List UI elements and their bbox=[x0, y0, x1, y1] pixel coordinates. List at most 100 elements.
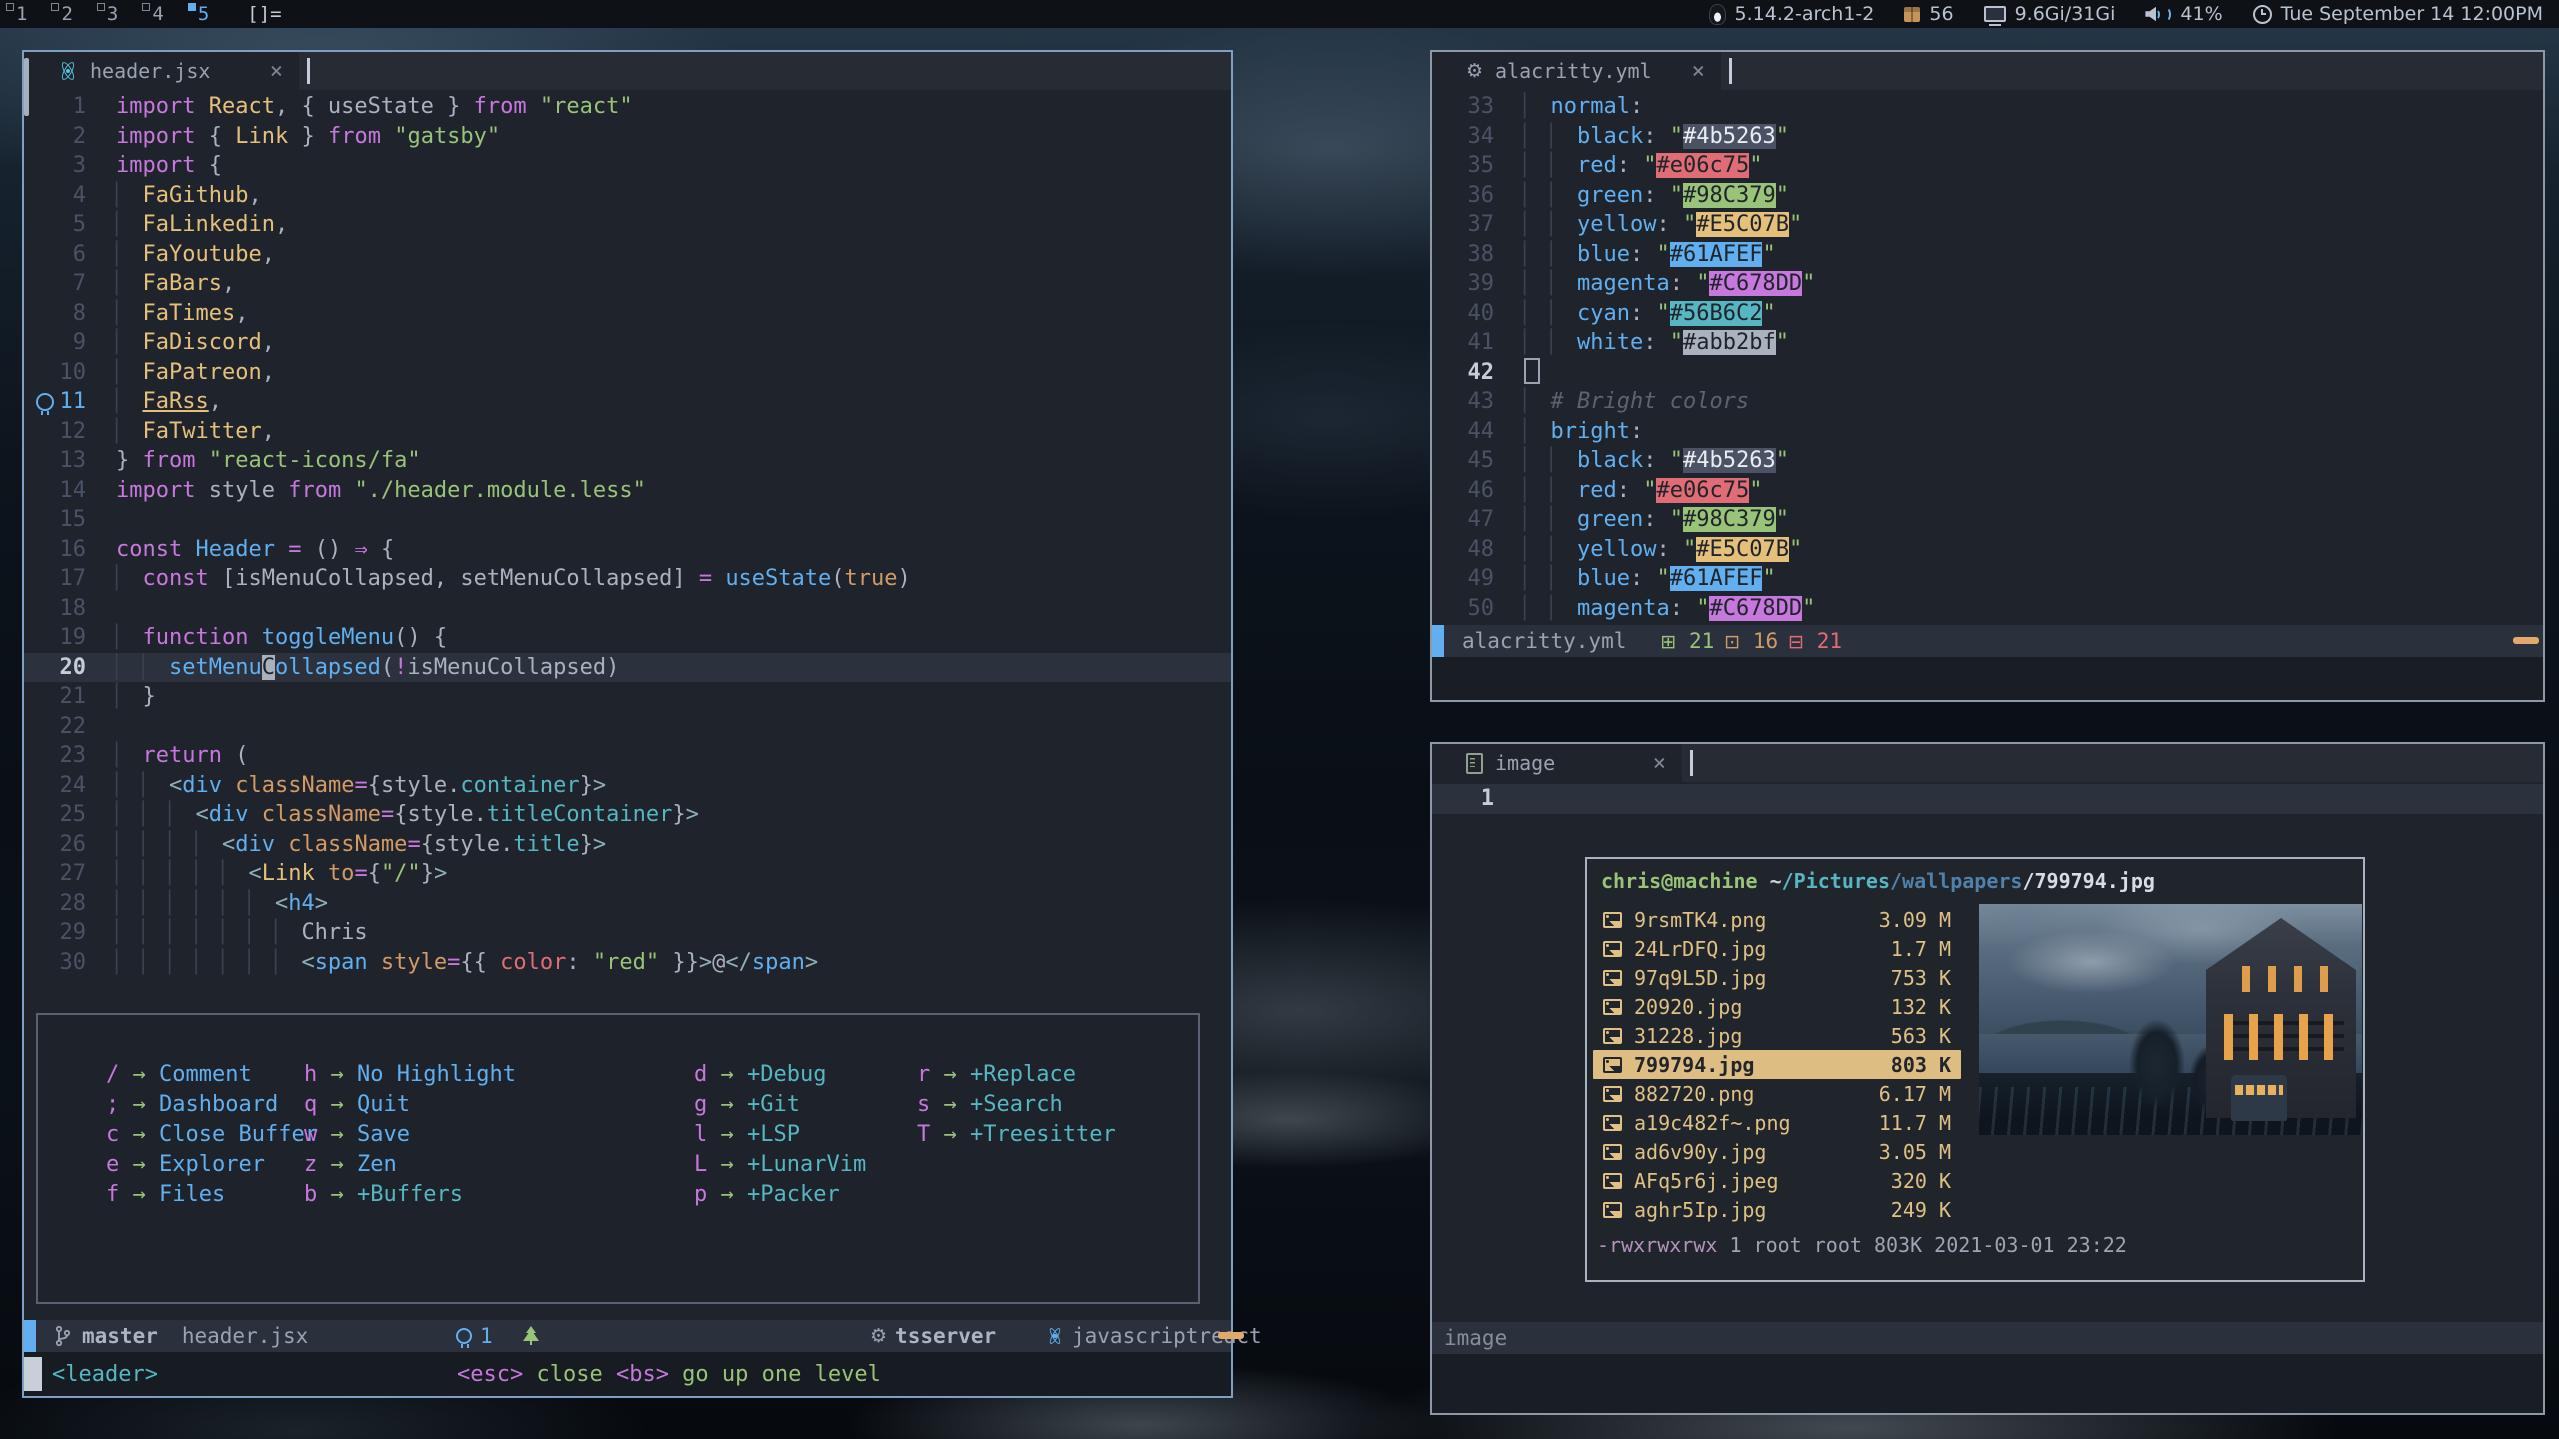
lightbulb-icon[interactable] bbox=[36, 393, 54, 411]
code-line-38[interactable]: 38▏ ▏ blue: "#61AFEF" bbox=[1432, 240, 2543, 270]
code-line-14[interactable]: 14import style from "./header.module.les… bbox=[24, 476, 1231, 506]
code-token: : bbox=[1630, 566, 1657, 591]
code-line-45[interactable]: 45▏ ▏ black: "#4b5263" bbox=[1432, 446, 2543, 476]
workspace-2[interactable]: 2 bbox=[61, 3, 72, 25]
code-line-44[interactable]: 44▏ bright: bbox=[1432, 417, 2543, 447]
code-line-17[interactable]: 17▏ const [isMenuCollapsed, setMenuColla… bbox=[24, 564, 1231, 594]
diagnostics[interactable]: 1 bbox=[456, 1324, 493, 1348]
file-row[interactable]: 24LrDFQ.jpg1.7 M bbox=[1593, 934, 1961, 963]
tab-header-jsx[interactable]: header.jsx × bbox=[24, 52, 299, 90]
code-line-23[interactable]: 23▏ return ( bbox=[24, 741, 1231, 771]
scrollbar-mark[interactable] bbox=[2513, 637, 2539, 644]
workspace-4[interactable]: 4 bbox=[152, 3, 163, 25]
code-line-30[interactable]: 30▏ ▏ ▏ ▏ ▏ ▏ ▏ <span style={{ color: "r… bbox=[24, 948, 1231, 978]
tab-image[interactable]: image × bbox=[1432, 744, 1682, 782]
close-icon[interactable]: × bbox=[1625, 751, 1666, 776]
line-number: 10 bbox=[24, 358, 86, 388]
code-line-4[interactable]: 4▏ FaGithub, bbox=[24, 181, 1231, 211]
code-line-8[interactable]: 8▏ FaTimes, bbox=[24, 299, 1231, 329]
path-segment[interactable]: /799794.jpg bbox=[2022, 869, 2154, 893]
file-row[interactable]: 97q9L5D.jpg753 K bbox=[1593, 963, 1961, 992]
path-segment[interactable]: ~ bbox=[1770, 869, 1782, 893]
code-line-27[interactable]: 27▏ ▏ ▏ ▏ ▏ <Link to={"/"}> bbox=[24, 859, 1231, 889]
code-line-21[interactable]: 21▏ } bbox=[24, 682, 1231, 712]
code-line-16[interactable]: 16const Header = () ⇒ { bbox=[24, 535, 1231, 565]
code-line-7[interactable]: 7▏ FaBars, bbox=[24, 269, 1231, 299]
file-row[interactable]: 882720.png6.17 M bbox=[1593, 1079, 1961, 1108]
code-token: ▏ ▏ ▏ ▏ ▏ ▏ ▏ bbox=[116, 950, 301, 975]
code-token bbox=[527, 94, 540, 119]
code-line-11[interactable]: 11▏ FaRss, bbox=[24, 387, 1231, 417]
path-segment[interactable]: /wallpapers bbox=[1890, 869, 2022, 893]
scrollbar-mark[interactable] bbox=[1218, 1332, 1244, 1339]
workspace-5[interactable]: 5 bbox=[198, 3, 209, 25]
code-line-42[interactable]: 42 bbox=[1432, 358, 2543, 388]
code-line-12[interactable]: 12▏ FaTwitter, bbox=[24, 417, 1231, 447]
code-line-15[interactable]: 15 bbox=[24, 505, 1231, 535]
gear-icon: ⚙ bbox=[870, 1325, 887, 1347]
code-line-37[interactable]: 37▏ ▏ yellow: "#E5C07B" bbox=[1432, 210, 2543, 240]
workspace-1[interactable]: 1 bbox=[16, 3, 27, 25]
whichkey-binding: z → Zen bbox=[304, 1150, 516, 1180]
workspace-3[interactable]: 3 bbox=[107, 3, 118, 25]
scrollbar-thumb[interactable] bbox=[24, 58, 29, 116]
code-line-5[interactable]: 5▏ FaLinkedin, bbox=[24, 210, 1231, 240]
code-line-2[interactable]: 2import { Link } from "gatsby" bbox=[24, 122, 1231, 152]
code-area[interactable]: 33▏ normal:34▏ ▏ black: "#4b5263"35▏ ▏ r… bbox=[1432, 92, 2543, 623]
code-area[interactable]: 1import React, { useState } from "react"… bbox=[24, 92, 1231, 977]
code-line-18[interactable]: 18 bbox=[24, 594, 1231, 624]
code-line-22[interactable]: 22 bbox=[24, 712, 1231, 742]
code-line-9[interactable]: 9▏ FaDiscord, bbox=[24, 328, 1231, 358]
code-line-33[interactable]: 33▏ normal: bbox=[1432, 92, 2543, 122]
close-icon[interactable]: × bbox=[1664, 59, 1705, 84]
code-line-48[interactable]: 48▏ ▏ yellow: "#E5C07B" bbox=[1432, 535, 2543, 565]
code-line-28[interactable]: 28▏ ▏ ▏ ▏ ▏ ▏ <h4> bbox=[24, 889, 1231, 919]
code-token: function bbox=[143, 625, 249, 650]
file-row[interactable]: ad6v90y.jpg3.05 M bbox=[1593, 1137, 1961, 1166]
file-row[interactable]: AFq5r6j.jpeg320 K bbox=[1593, 1166, 1961, 1195]
code-token: span bbox=[752, 950, 805, 975]
code-line[interactable]: 1 bbox=[1432, 784, 2543, 814]
code-line-43[interactable]: 43▏ # Bright colors bbox=[1432, 387, 2543, 417]
file-row[interactable]: 20920.jpg132 K bbox=[1593, 992, 1961, 1021]
code-line-10[interactable]: 10▏ FaPatreon, bbox=[24, 358, 1231, 388]
code-area[interactable]: 1 bbox=[1432, 784, 2543, 814]
path-segment[interactable]: /Pictures bbox=[1782, 869, 1890, 893]
git-branch[interactable]: master bbox=[82, 1324, 158, 1348]
code-line-36[interactable]: 36▏ ▏ green: "#98C379" bbox=[1432, 181, 2543, 211]
file-row[interactable]: aghr5Ip.jpg249 K bbox=[1593, 1195, 1961, 1224]
code-line-39[interactable]: 39▏ ▏ magenta: "#C678DD" bbox=[1432, 269, 2543, 299]
line-number: 24 bbox=[24, 771, 86, 801]
code-line-25[interactable]: 25▏ ▏ ▏ <div className={style.titleConta… bbox=[24, 800, 1231, 830]
code-line-34[interactable]: 34▏ ▏ black: "#4b5263" bbox=[1432, 122, 2543, 152]
code-line-29[interactable]: 29▏ ▏ ▏ ▏ ▏ ▏ ▏ Chris bbox=[24, 918, 1231, 948]
code-line-26[interactable]: 26▏ ▏ ▏ ▏ <div className={style.title}> bbox=[24, 830, 1231, 860]
code-line-40[interactable]: 40▏ ▏ cyan: "#56B6C2" bbox=[1432, 299, 2543, 329]
code-line-49[interactable]: 49▏ ▏ blue: "#61AFEF" bbox=[1432, 564, 2543, 594]
code-line-35[interactable]: 35▏ ▏ red: "#e06c75" bbox=[1432, 151, 2543, 181]
code-line-47[interactable]: 47▏ ▏ green: "#98C379" bbox=[1432, 505, 2543, 535]
code-token: " bbox=[1696, 271, 1709, 296]
code-line-1[interactable]: 1import React, { useState } from "react" bbox=[24, 92, 1231, 122]
code-line-24[interactable]: 24▏ ▏ <div className={style.container}> bbox=[24, 771, 1231, 801]
close-icon[interactable]: × bbox=[242, 59, 283, 84]
code-line-50[interactable]: 50▏ ▏ magenta: "#C678DD" bbox=[1432, 594, 2543, 624]
command-line[interactable]: <leader> <esc> close <bs> go up one leve… bbox=[24, 1352, 1231, 1396]
tab-alacritty-yml[interactable]: ⚙ alacritty.yml × bbox=[1432, 52, 1721, 90]
code-line-6[interactable]: 6▏ FaYoutube, bbox=[24, 240, 1231, 270]
code-line-3[interactable]: 3import { bbox=[24, 151, 1231, 181]
file-row-selected[interactable]: 799794.jpg803 K bbox=[1593, 1050, 1961, 1079]
code-line-13[interactable]: 13} from "react-icons/fa" bbox=[24, 446, 1231, 476]
code-line-19[interactable]: 19▏ function toggleMenu() { bbox=[24, 623, 1231, 653]
binding-label: +Buffers bbox=[357, 1182, 463, 1207]
color-chip: #61AFEF bbox=[1670, 242, 1763, 267]
code-token: = bbox=[447, 950, 460, 975]
path-breadcrumb: ~/Pictures/wallpapers/799794.jpg bbox=[1770, 869, 2155, 893]
code-line-46[interactable]: 46▏ ▏ red: "#e06c75" bbox=[1432, 476, 2543, 506]
file-row[interactable]: a19c482f~.png11.7 M bbox=[1593, 1108, 1961, 1137]
code-line-41[interactable]: 41▏ ▏ white: "#abb2bf" bbox=[1432, 328, 2543, 358]
file-row[interactable]: 9rsmTK4.png3.09 M bbox=[1593, 905, 1961, 934]
code-line-20[interactable]: 20▏ ▏ setMenuCollapsed(!isMenuCollapsed) bbox=[24, 653, 1231, 683]
file-row[interactable]: 31228.jpg563 K bbox=[1593, 1021, 1961, 1050]
layout-symbol[interactable]: []= bbox=[247, 3, 281, 25]
